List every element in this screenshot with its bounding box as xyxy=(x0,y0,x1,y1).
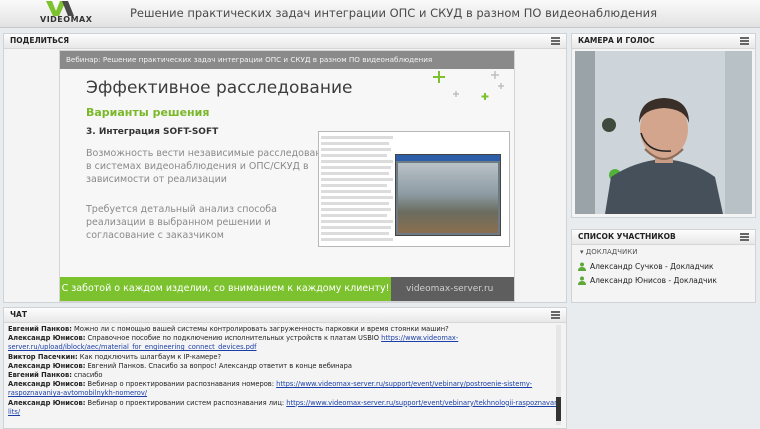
chat-author: Виктор Пасечкин: xyxy=(8,352,78,361)
chat-text: спасибо xyxy=(71,371,103,380)
decorative-plus-icons xyxy=(433,71,504,100)
chat-message: Евгений Панков: спасибо xyxy=(8,371,556,380)
chat-message: Александр Юнисов: Вебинар о проектирован… xyxy=(8,380,556,389)
slide-paragraph-1: Возможность вести независимые расследова… xyxy=(86,148,334,185)
chat-link[interactable]: https://www.videomax-server.ru/support/e… xyxy=(276,380,532,388)
chat-message: Александр Юнисов: Вебинар о проектирован… xyxy=(8,399,556,408)
chat-author: Александр Юнисов: xyxy=(8,398,86,407)
chat-link[interactable]: https://www.videomax- xyxy=(381,334,458,342)
share-pod-title: ПОДЕЛИТЬСЯ xyxy=(10,36,70,45)
chat-link[interactable]: https://www.videomax-server.ru/support/e… xyxy=(286,399,556,407)
chat-message-list: Евгений Панков: Можно ли с помощью вашей… xyxy=(8,325,556,417)
pod-menu-icon[interactable] xyxy=(740,37,749,45)
meeting-title: Решение практических задач интеграции ОП… xyxy=(130,6,658,20)
chat-author: Александр Юнисов: xyxy=(8,380,86,389)
chat-author: Евгений Панков: xyxy=(8,325,72,333)
chat-message: raspoznavaniya-avtomobilnykh-nomerov/ xyxy=(8,389,556,398)
attendee-name: Александр Юнисов - Докладчик xyxy=(590,276,717,285)
attendees-pod-title: СПИСОК УЧАСТНИКОВ xyxy=(578,232,676,241)
chat-message: server.ru/upload/iblock/aec/material_for… xyxy=(8,343,556,352)
chat-message: Александр Юнисов: Евгений Панков. Спасиб… xyxy=(8,362,556,371)
pod-menu-icon[interactable] xyxy=(551,37,560,45)
presentation-slide: Вебинар: Решение практических задач инте… xyxy=(59,50,515,302)
chat-pod-title: ЧАТ xyxy=(10,310,27,319)
chat-link[interactable]: server.ru/upload/iblock/aec/material_for… xyxy=(8,343,257,351)
slide-heading: Эффективное расследование xyxy=(86,78,353,98)
camera-pod: КАМЕРА И ГОЛОС xyxy=(571,33,756,218)
camera-dialog-image xyxy=(395,154,501,236)
slide-subheading: Варианты решения xyxy=(86,106,210,119)
chat-author: Евгений Панков: xyxy=(8,371,72,380)
chat-message: lits/ xyxy=(8,408,556,417)
chat-message: Евгений Панков: Можно ли с помощью вашей… xyxy=(8,325,556,334)
slide-footer: С заботой о каждом изделии, со вниманием… xyxy=(60,277,514,301)
chat-pod-header: ЧАТ xyxy=(4,308,566,323)
chat-text: Вебинар о проектировании систем распозна… xyxy=(85,398,287,407)
camera-pod-header: КАМЕРА И ГОЛОС xyxy=(572,34,755,49)
videomax-logo: VIDEOMAX xyxy=(40,1,112,25)
chat-text: Евгений Панков. Спасибо за вопрос! Алекс… xyxy=(85,361,352,370)
attendee-group[interactable]: ▾ ДОКЛАДЧИКИ xyxy=(572,245,755,256)
chat-pod: ЧАТ Евгений Панков: Можно ли с помощью в… xyxy=(3,307,567,429)
software-screenshot-image xyxy=(318,131,510,247)
attendee-group-label: ДОКЛАДЧИКИ xyxy=(585,248,638,256)
chat-text: Можно ли с помощью вашей системы контрол… xyxy=(71,325,449,333)
attendees-pod-header: СПИСОК УЧАСТНИКОВ xyxy=(572,230,755,245)
chat-text: Справочное пособие по подключению исполн… xyxy=(85,334,382,343)
chat-author: Александр Юнисов: xyxy=(8,361,86,370)
attendee-item[interactable]: Александр Юнисов - Докладчик xyxy=(572,270,755,285)
slide-footer-site: videomax-server.ru xyxy=(406,284,494,294)
chat-message: Виктор Пасечкин: Как подключить шлагбаум… xyxy=(8,353,556,362)
attendee-item[interactable]: Александр Сучков - Докладчик xyxy=(572,256,755,271)
chat-message: Александр Юнисов: Справочное пособие по … xyxy=(8,334,556,343)
presenter-video-image xyxy=(575,51,752,214)
share-pod-header: ПОДЕЛИТЬСЯ xyxy=(4,34,566,49)
slide-list-item: 3. Интеграция SOFT-SOFT xyxy=(86,127,219,137)
pod-menu-icon[interactable] xyxy=(551,311,560,319)
chat-link[interactable]: lits/ xyxy=(8,408,20,416)
chat-text: Как подключить шлагбаум к IP-камере? xyxy=(77,352,222,361)
share-pod: ПОДЕЛИТЬСЯ Вебинар: Решение практических… xyxy=(3,33,567,303)
top-bar: VIDEOMAX Решение практических задач инте… xyxy=(0,0,760,28)
logo-mark-icon xyxy=(46,1,74,16)
attendees-pod: СПИСОК УЧАСТНИКОВ ▾ ДОКЛАДЧИКИ Александр… xyxy=(571,229,756,303)
slide-header: Вебинар: Решение практических задач инте… xyxy=(60,51,514,69)
chat-scrollbar[interactable] xyxy=(556,325,561,425)
slide-footer-slogan: С заботой о каждом изделии, со вниманием… xyxy=(60,277,391,301)
slide-paragraph-2: Требуется детальный анализ способа реали… xyxy=(86,204,277,241)
presenter-icon xyxy=(578,276,586,285)
chat-link[interactable]: raspoznavaniya-avtomobilnykh-nomerov/ xyxy=(8,389,147,397)
logo-text: VIDEOMAX xyxy=(40,15,93,24)
webcam-video xyxy=(575,51,752,214)
chat-text: Вебинар о проектировании распознавания н… xyxy=(85,380,277,389)
pod-menu-icon[interactable] xyxy=(740,233,749,241)
chat-author: Александр Юнисов: xyxy=(8,334,86,343)
camera-pod-title: КАМЕРА И ГОЛОС xyxy=(578,36,655,45)
chat-scrollbar-thumb[interactable] xyxy=(556,397,561,421)
